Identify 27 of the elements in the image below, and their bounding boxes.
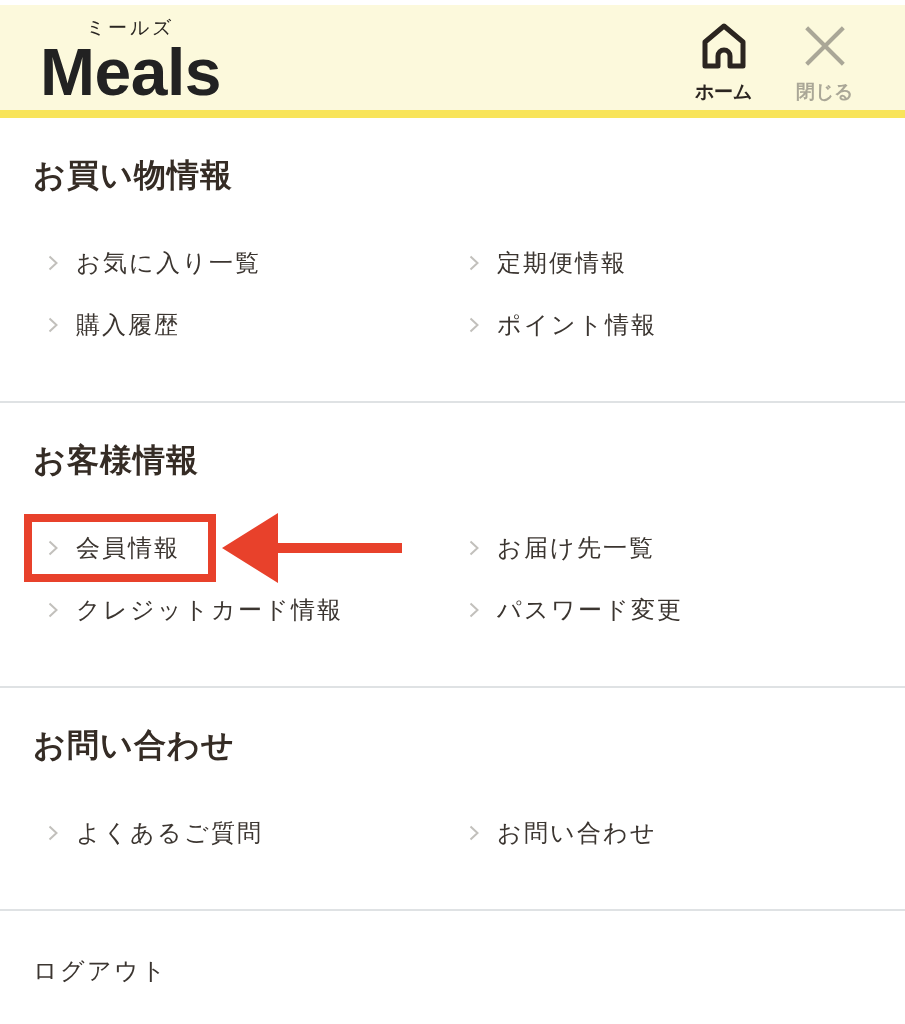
section-heading: お客様情報	[33, 440, 200, 480]
menu-link[interactable]: よくあるご質問	[45, 817, 263, 849]
menu-link[interactable]: パスワード変更	[466, 594, 683, 626]
menu-link[interactable]: お気に入り一覧	[45, 247, 261, 279]
menu-link[interactable]: お問い合わせ	[466, 817, 657, 849]
chevron-right-icon	[48, 540, 58, 556]
chevron-right-icon	[48, 255, 58, 271]
menu-link[interactable]: 会員情報	[45, 532, 180, 564]
menu-link[interactable]: ポイント情報	[466, 309, 657, 341]
logout-link[interactable]: ログアウト	[33, 957, 168, 985]
menu-link[interactable]: クレジットカード情報	[45, 594, 343, 626]
chevron-right-icon	[48, 602, 58, 618]
chevron-right-icon	[469, 255, 479, 271]
menu-link[interactable]: 定期便情報	[466, 247, 627, 279]
menu-link[interactable]: お届け先一覧	[466, 532, 655, 564]
logo-reading: ミールズ	[86, 15, 175, 39]
logo-text: Meals	[40, 39, 221, 105]
chevron-right-icon	[48, 317, 58, 333]
home-button[interactable]: ホーム	[695, 21, 752, 103]
chevron-right-icon	[48, 825, 58, 841]
chevron-right-icon	[469, 317, 479, 333]
chevron-right-icon	[469, 825, 479, 841]
chevron-right-icon	[469, 602, 479, 618]
section-heading: お問い合わせ	[33, 725, 236, 765]
chevron-right-icon	[469, 540, 479, 556]
menu-link[interactable]: 購入履歴	[45, 309, 180, 341]
section-heading: お買い物情報	[33, 155, 234, 195]
